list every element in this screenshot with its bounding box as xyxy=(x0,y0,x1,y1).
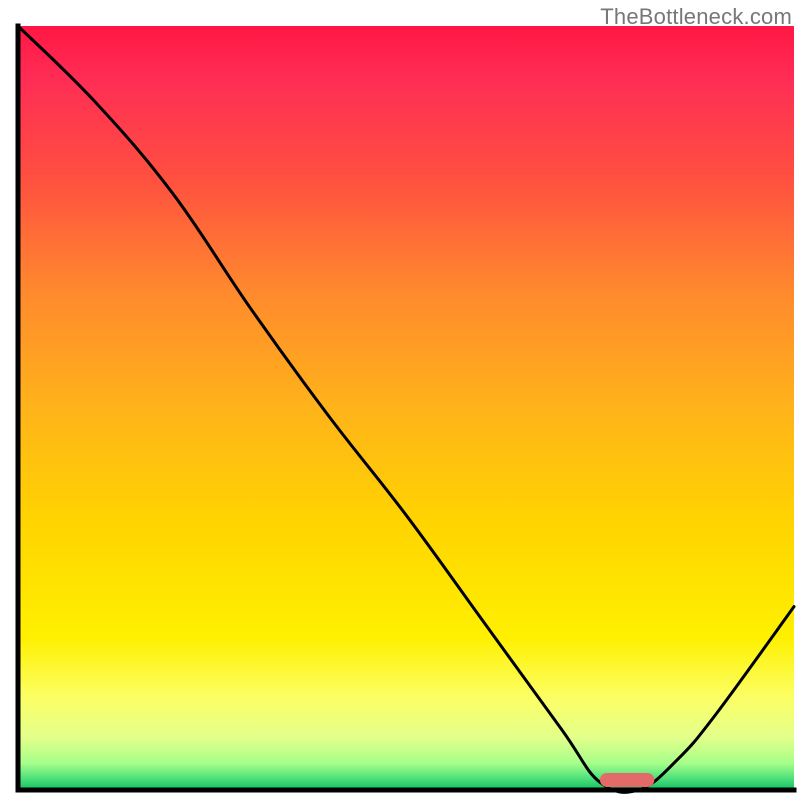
optimal-range-marker xyxy=(600,773,654,787)
plot-area xyxy=(18,26,794,792)
bottleneck-chart xyxy=(0,0,800,800)
gradient-background xyxy=(18,26,794,790)
watermark-text: TheBottleneck.com xyxy=(600,4,792,30)
chart-container: TheBottleneck.com xyxy=(0,0,800,800)
